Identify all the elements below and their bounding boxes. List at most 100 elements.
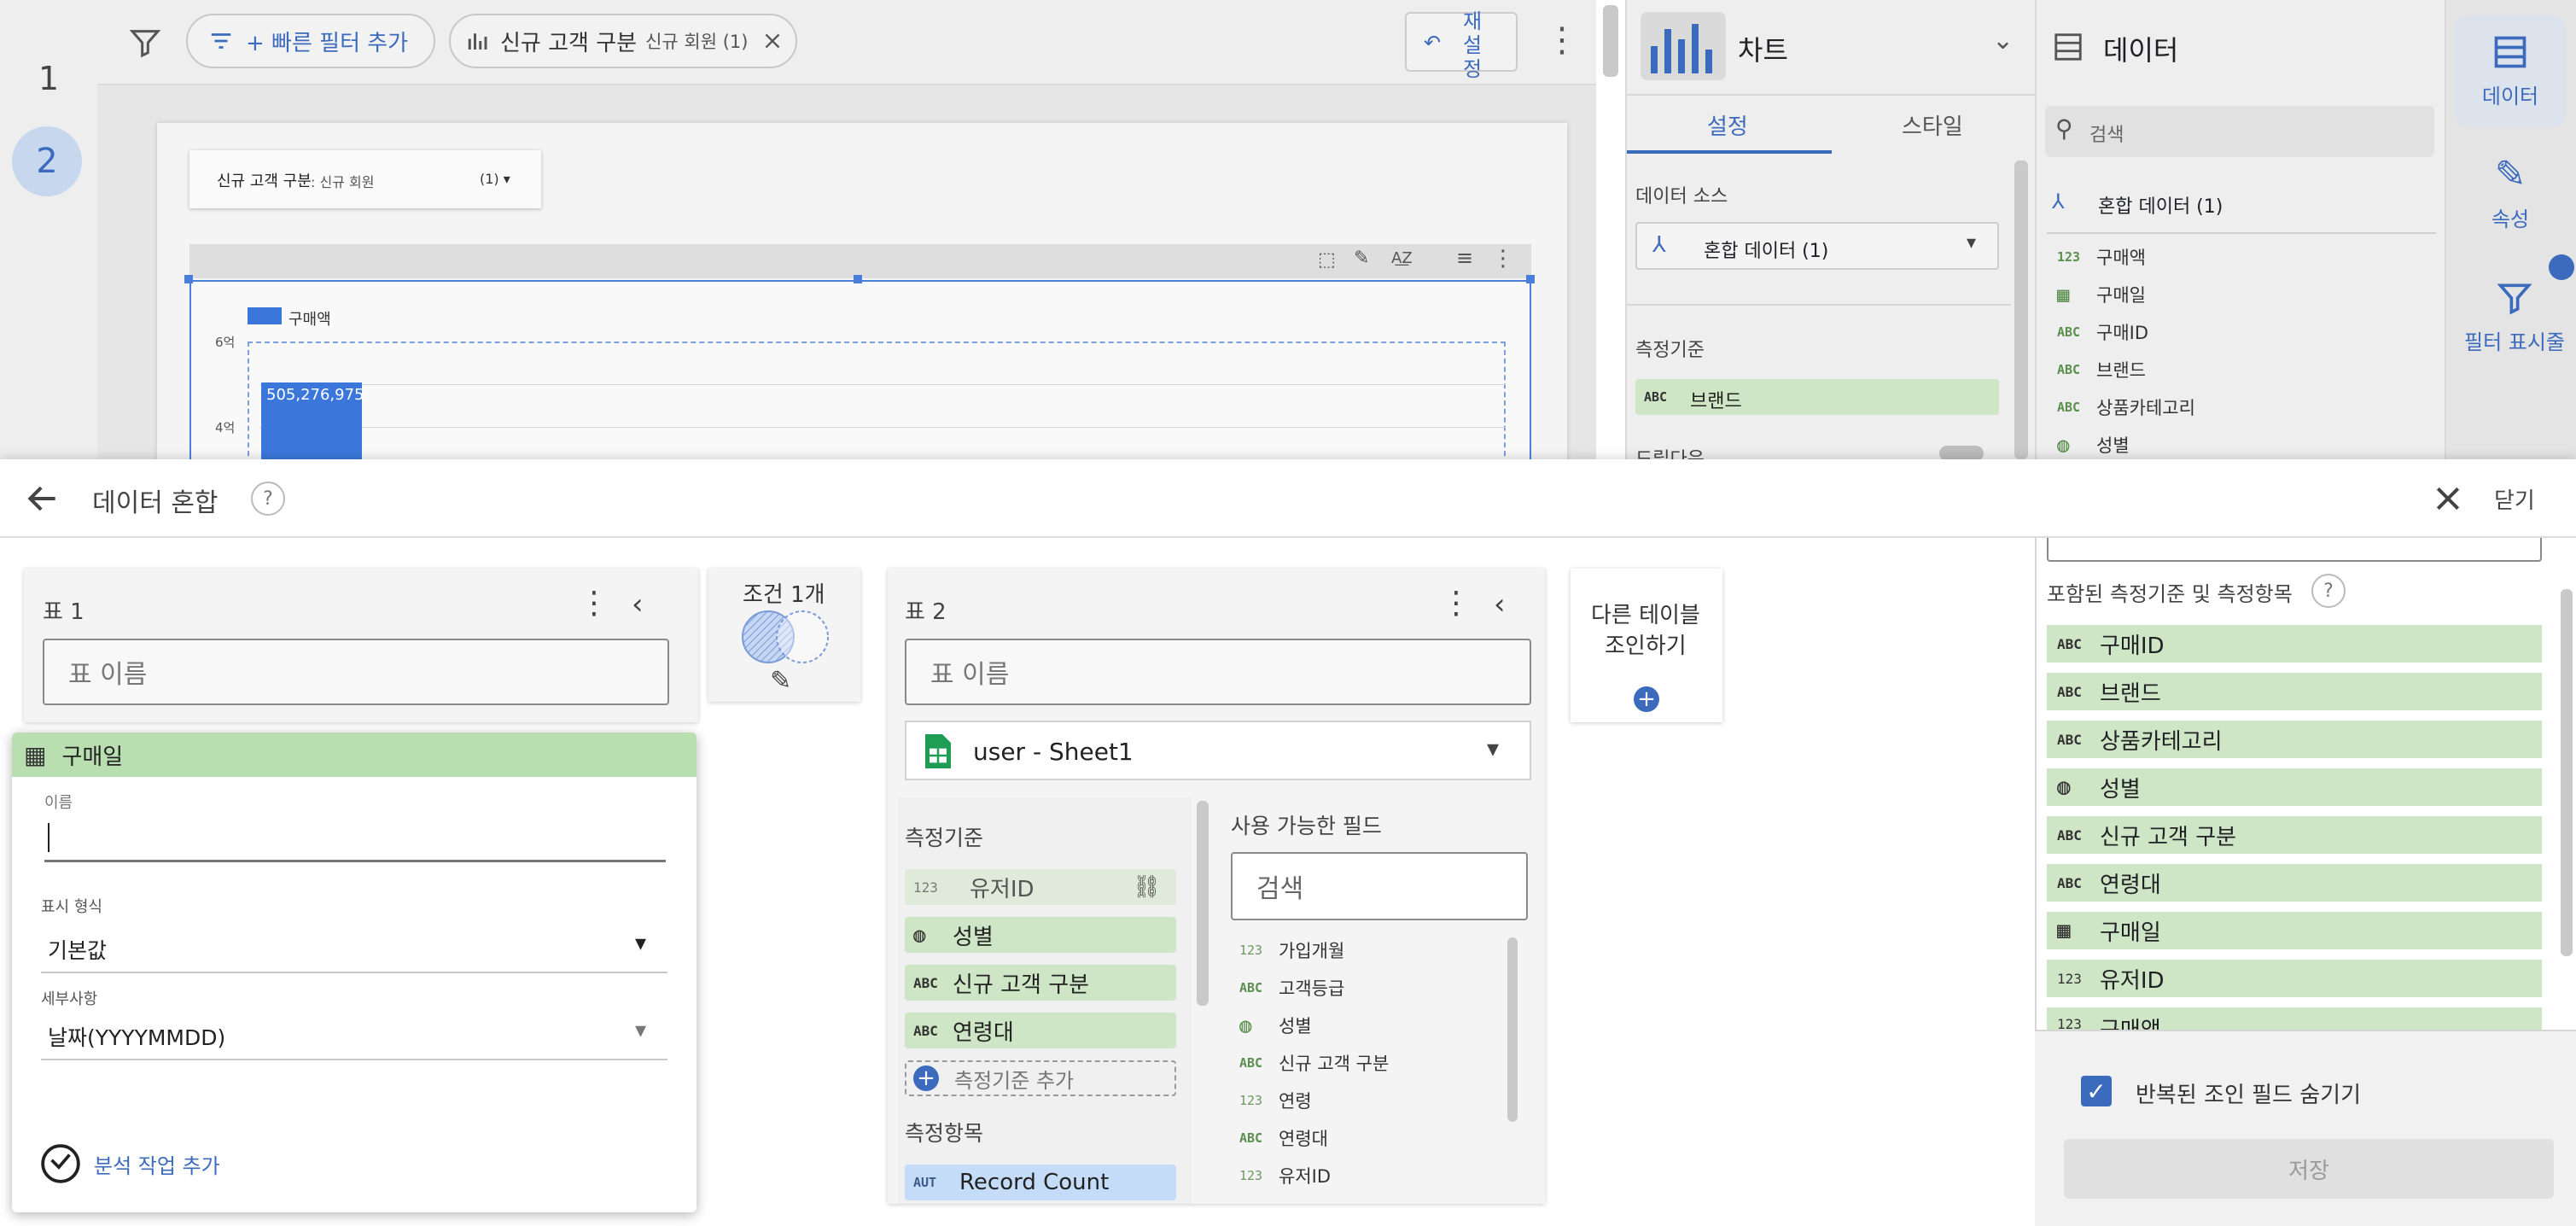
select-icon[interactable]: ⬚ <box>1318 249 1336 271</box>
fields-scrollbar[interactable] <box>1197 801 1209 1006</box>
popup-detail-select[interactable]: 날짜(YYYYMMDD) ▾ <box>41 1007 667 1060</box>
rail-data-label: 데이터 <box>2481 84 2539 108</box>
quick-filter-button[interactable]: + 빠른 필터 추가 <box>186 14 435 68</box>
filter-list-icon <box>211 33 231 49</box>
popup-format-select[interactable]: 기본값 ▾ <box>41 920 667 973</box>
gridline <box>259 384 1506 385</box>
table1-more-icon[interactable]: ⋮ <box>579 586 609 621</box>
save-button[interactable]: 저장 <box>2064 1139 2554 1199</box>
chart-type-icon[interactable] <box>1641 12 1726 80</box>
abc-type-icon: ABC <box>2057 362 2081 377</box>
included-field-name: 구매일 <box>2100 920 2161 946</box>
chevron-down-icon[interactable]: ⌄ <box>1992 26 2014 55</box>
included-field-name: 성별 <box>2100 776 2141 803</box>
tab-setup[interactable]: 설정 <box>1707 109 1748 141</box>
close-icon[interactable] <box>2431 482 2465 516</box>
data-source-select[interactable]: ⅄ 혼합 데이터 (1) ▾ <box>1635 222 1999 270</box>
number-type-icon: 123 <box>913 879 938 896</box>
divider <box>1627 304 2011 306</box>
table1-name-input[interactable]: 표 이름 <box>43 639 669 705</box>
collapse-chevron-icon[interactable]: ‹ <box>632 587 644 622</box>
join-condition-button[interactable]: 조건 1개 ✎ <box>708 569 860 702</box>
add-dimension-button[interactable]: + 측정기준 추가 <box>905 1060 1176 1096</box>
available-field-item[interactable]: ABC 고객등급 <box>1239 975 1344 1001</box>
resize-handle[interactable] <box>854 275 862 283</box>
dimension-chip[interactable]: ABC 브랜드 <box>1635 379 1999 415</box>
page-1[interactable]: 1 <box>0 60 97 97</box>
included-field[interactable]: ABC 구매ID <box>2047 625 2542 663</box>
hide-repeated-checkbox[interactable]: ✓ <box>2081 1076 2112 1106</box>
metric-chip[interactable]: AUT Record Count <box>905 1165 1176 1200</box>
field-item[interactable]: ▦ 구매일 <box>2057 282 2146 307</box>
field-item[interactable]: 123 구매액 <box>2057 244 2146 270</box>
resize-handle[interactable] <box>1526 275 1535 283</box>
rail-props-button[interactable]: ✎ 속성 <box>2455 138 2566 249</box>
included-field[interactable]: ▦ 구매일 <box>2047 912 2542 949</box>
available-fields-scrollbar[interactable] <box>1507 937 1518 1122</box>
available-field-item[interactable]: ◍ 성별 <box>1239 1013 1312 1038</box>
included-field[interactable]: ABC 연령대 <box>2047 864 2542 902</box>
panel-scrollbar[interactable] <box>2014 161 2028 459</box>
rail-filter-label: 필터 표시줄 <box>2463 330 2566 354</box>
table2-metric-label: 측정항목 <box>905 1121 984 1146</box>
available-fields-label: 사용 가능한 필드 <box>1231 814 1382 838</box>
filter-icon[interactable] <box>128 26 162 60</box>
number-type-icon: 123 <box>2057 249 2081 265</box>
edit-icon[interactable]: ✎ <box>1354 248 1369 269</box>
included-field[interactable]: ABC 브랜드 <box>2047 673 2542 710</box>
reset-button[interactable]: ↶ 재 설 정 <box>1405 9 1518 81</box>
canvas-scrollbar[interactable] <box>1603 5 1618 77</box>
table2-name-input[interactable]: 표 이름 <box>905 639 1531 705</box>
field-item[interactable]: ABC 상품카테고리 <box>2057 394 2195 420</box>
available-field-item[interactable]: 123 연령 <box>1239 1088 1312 1113</box>
available-field-item[interactable]: ABC 신규 고객 구분 <box>1239 1050 1389 1076</box>
chart-filter-icon[interactable]: ≡ <box>1456 246 1473 270</box>
field-item[interactable]: ABC 구매ID <box>2057 319 2148 345</box>
join-another-table-button[interactable]: 다른 테이블 조인하기 + <box>1571 569 1722 722</box>
filter-chip[interactable]: 신규 고객 구분 신규 회원 (1) <box>449 14 797 68</box>
table2-source-select[interactable]: user - Sheet1 ▾ <box>905 721 1531 780</box>
sort-az-icon[interactable]: A͟Z <box>1391 249 1413 267</box>
settings-scrollbar[interactable] <box>2561 589 2573 956</box>
available-fields-search[interactable]: 검색 <box>1231 852 1528 920</box>
calendar-icon: ▦ <box>24 740 47 769</box>
dimension-chip-userid[interactable]: 123 유저ID ⛓ <box>905 869 1176 905</box>
field-item[interactable]: ABC 브랜드 <box>2057 357 2146 382</box>
close-icon[interactable] <box>761 30 784 52</box>
popup-name-input[interactable] <box>44 814 666 862</box>
included-field[interactable]: ABC 상품카테고리 <box>2047 721 2542 758</box>
abc-type-icon: ABC <box>2057 826 2082 844</box>
field-item[interactable]: ◍ 성별 <box>2057 432 2130 458</box>
filter-control[interactable]: 신규 고객 구분 : 신규 회원 (1) ▾ <box>189 150 541 208</box>
available-field-item[interactable]: 123 유저ID <box>1239 1163 1331 1188</box>
field-search-input[interactable]: ⚲ 검색 <box>2045 106 2434 157</box>
blend-name-input[interactable] <box>2047 538 2542 562</box>
back-arrow-icon[interactable] <box>24 480 61 517</box>
data-source-name[interactable]: 혼합 데이터 (1) <box>2098 191 2223 219</box>
included-field[interactable]: ◍ 성별 <box>2047 768 2542 806</box>
help-icon[interactable]: ? <box>251 482 285 516</box>
dimension-chip-gender[interactable]: ◍ 성별 <box>905 917 1176 953</box>
number-type-icon: 123 <box>1239 1093 1263 1108</box>
resize-handle[interactable] <box>184 275 193 283</box>
collapse-chevron-icon[interactable]: ‹ <box>1494 587 1506 622</box>
table2-more-icon[interactable]: ⋮ <box>1441 586 1472 621</box>
close-button[interactable]: 닫기 <box>2494 483 2535 515</box>
chart-more-icon[interactable]: ⋮ <box>1492 246 1514 271</box>
page-2[interactable]: 2 <box>12 126 82 196</box>
rail-data-button[interactable]: 데이터 <box>2455 15 2566 126</box>
bar-chart[interactable]: 구매액 6억 4억 505,276,975 <box>189 280 1531 464</box>
included-field[interactable]: 123 구매액 <box>2047 1007 2542 1030</box>
add-calculation-button[interactable]: 분석 작업 추가 <box>39 1142 220 1185</box>
more-vert-icon[interactable]: ⋮ <box>1545 17 1579 63</box>
included-field[interactable]: ABC 신규 고객 구분 <box>2047 816 2542 854</box>
available-field-item[interactable]: ABC 연령대 <box>1239 1125 1328 1151</box>
available-field-item[interactable]: 123 가입개월 <box>1239 937 1344 963</box>
plot-area <box>248 342 1506 464</box>
field-name: 구매일 <box>2096 285 2146 306</box>
included-field[interactable]: 123 유저ID <box>2047 960 2542 997</box>
dimension-chip-newcustomer[interactable]: ABC 신규 고객 구분 <box>905 965 1176 1001</box>
help-icon[interactable]: ? <box>2311 574 2346 608</box>
tab-style[interactable]: 스타일 <box>1902 109 1963 141</box>
dimension-chip-agegroup[interactable]: ABC 연령대 <box>905 1013 1176 1048</box>
